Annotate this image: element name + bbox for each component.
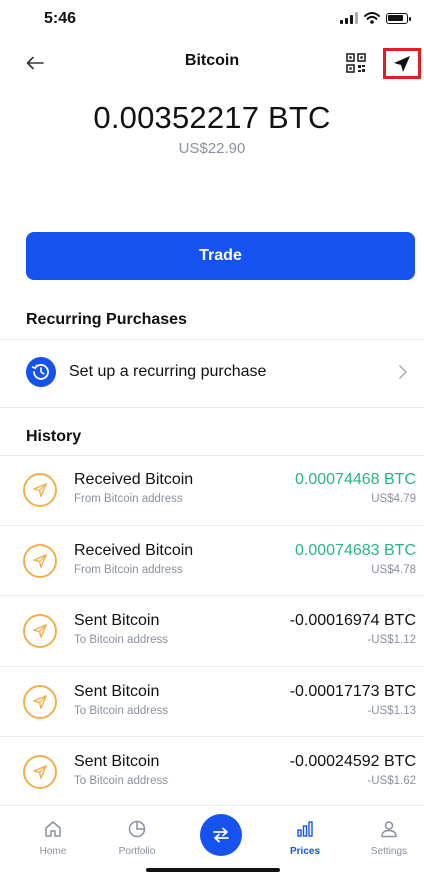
qr-code-icon (346, 53, 366, 73)
transaction-subtitle: To Bitcoin address (74, 634, 168, 646)
fiat-balance: US$22.90 (178, 140, 246, 157)
transaction-fiat-amount: -US$1.13 (367, 704, 416, 717)
transaction-title: Sent Bitcoin (74, 682, 160, 700)
cellular-signal-icon (340, 12, 358, 24)
nav-prices[interactable]: Prices (275, 816, 335, 857)
send-arrow-icon (23, 684, 57, 719)
recurring-clock-icon (26, 357, 56, 387)
nav-portfolio[interactable]: Portfolio (107, 816, 167, 857)
transaction-title: Received Bitcoin (74, 471, 194, 488)
transaction-fiat-amount: -US$1.12 (367, 634, 416, 646)
transaction-amount: -0.00017173 BTC (289, 682, 416, 700)
transaction-title: Sent Bitcoin (74, 753, 160, 770)
nav-settings[interactable]: Settings (359, 816, 419, 857)
transaction-fiat-amount: -US$1.62 (367, 775, 416, 787)
crypto-balance: 0.00352217 BTC (93, 100, 331, 135)
transaction-amount: 0.00074683 BTC (295, 541, 416, 559)
balance-display: 0.00352217 BTC US$22.90 (0, 100, 424, 157)
status-bar: 5:46 (0, 0, 424, 40)
home-icon (23, 816, 83, 842)
chevron-right-icon (396, 363, 410, 381)
status-time: 5:46 (44, 10, 77, 27)
recurring-label: Set up a recurring purchase (69, 363, 267, 380)
battery-icon (386, 12, 411, 24)
transaction-title: Received Bitcoin (74, 541, 194, 559)
send-button[interactable] (383, 48, 421, 79)
recurring-section-title: Recurring Purchases (26, 311, 187, 328)
setup-recurring-purchase-row[interactable]: Set up a recurring purchase (0, 340, 424, 406)
send-arrow-icon (23, 473, 57, 507)
transaction-subtitle: To Bitcoin address (74, 775, 168, 787)
transaction-amount: 0.00074468 BTC (295, 471, 416, 488)
transaction-fiat-amount: US$4.78 (371, 563, 416, 576)
qr-code-button[interactable] (343, 50, 369, 76)
send-arrow-icon (394, 55, 410, 72)
send-arrow-icon (23, 543, 57, 578)
wifi-icon (364, 12, 380, 24)
transaction-fiat-amount: US$4.79 (371, 493, 416, 505)
history-section-title: History (26, 428, 82, 445)
nav-home[interactable]: Home (23, 816, 83, 857)
transaction-row[interactable]: Received Bitcoin From Bitcoin address 0.00… (0, 526, 424, 596)
pie-chart-icon (107, 816, 167, 842)
home-indicator (146, 868, 280, 872)
trade-fab-button[interactable] (200, 814, 242, 856)
nav-label-settings: Settings (370, 846, 408, 857)
transaction-subtitle: From Bitcoin address (74, 563, 183, 576)
send-arrow-icon (23, 614, 57, 648)
nav-label-home: Home (39, 846, 67, 857)
transaction-row[interactable]: Sent Bitcoin To Bitcoin address -0.0002459… (0, 737, 424, 808)
nav-label-prices: Prices (289, 846, 321, 857)
status-icons (340, 12, 411, 24)
swap-arrows-icon (213, 827, 229, 843)
header: Bitcoin (0, 40, 424, 86)
transaction-row[interactable]: Sent Bitcoin To Bitcoin address -0.0001697… (0, 596, 424, 667)
send-arrow-icon (23, 755, 57, 789)
trade-button[interactable]: Trade (26, 232, 415, 280)
transaction-row[interactable]: Sent Bitcoin To Bitcoin address -0.0001717… (0, 667, 424, 737)
transaction-row[interactable]: Received Bitcoin From Bitcoin address 0.00… (0, 455, 424, 526)
transaction-amount: -0.00024592 BTC (289, 753, 416, 770)
divider (0, 407, 424, 408)
transaction-subtitle: To Bitcoin address (74, 704, 168, 717)
person-icon (359, 816, 419, 842)
history-list: Received Bitcoin From Bitcoin address 0.00… (0, 455, 424, 808)
transaction-amount: -0.00016974 BTC (289, 612, 416, 629)
transaction-title: Sent Bitcoin (74, 612, 160, 629)
transaction-subtitle: From Bitcoin address (74, 493, 183, 505)
bar-chart-icon (275, 816, 335, 842)
nav-label-portfolio: Portfolio (118, 846, 156, 857)
